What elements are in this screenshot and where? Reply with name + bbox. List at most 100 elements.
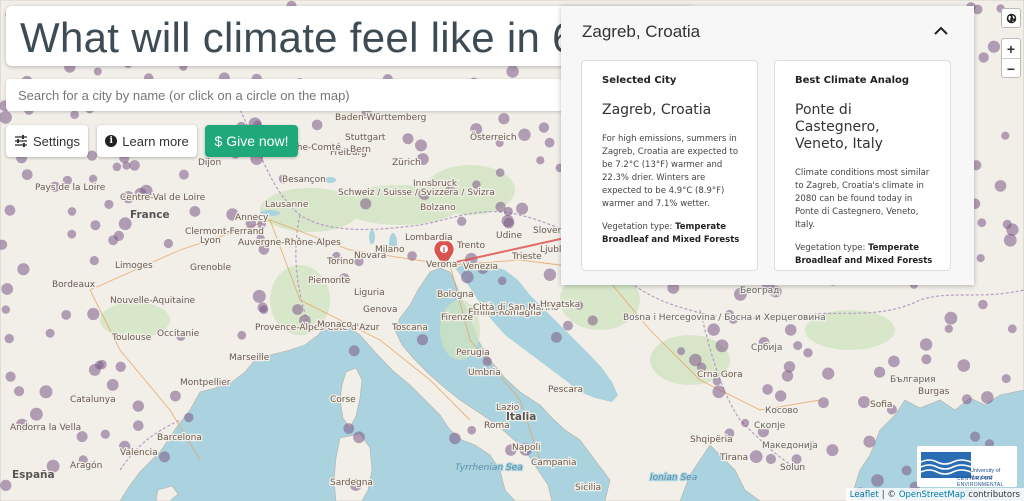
city-circle[interactable] — [858, 396, 870, 408]
city-circle[interactable] — [178, 169, 189, 180]
city-circle[interactable] — [689, 353, 702, 367]
city-circle[interactable] — [67, 207, 77, 216]
city-circle[interactable] — [86, 150, 98, 161]
city-circle[interactable] — [360, 198, 372, 210]
city-circle[interactable] — [506, 65, 519, 78]
settings-button[interactable]: Settings — [6, 125, 88, 157]
city-circle[interactable] — [888, 355, 900, 368]
city-circle[interactable] — [543, 268, 557, 281]
city-circle[interactable] — [1001, 131, 1010, 140]
city-circle[interactable] — [818, 397, 829, 409]
city-circle[interactable] — [741, 418, 750, 428]
city-circle[interactable] — [503, 217, 515, 229]
city-circle[interactable] — [749, 450, 763, 463]
city-circle[interactable] — [70, 110, 79, 120]
city-circle[interactable] — [416, 334, 429, 346]
city-circle[interactable] — [113, 230, 124, 241]
city-circle[interactable] — [863, 435, 876, 448]
city-circle[interactable] — [88, 364, 101, 376]
give-now-button[interactable]: $ Give now! — [205, 125, 298, 157]
city-circle[interactable] — [4, 333, 14, 344]
city-circle[interactable] — [994, 180, 1007, 192]
city-circle[interactable] — [516, 202, 529, 215]
city-circle[interactable] — [170, 390, 181, 402]
city-circle[interactable] — [133, 420, 144, 432]
city-circle[interactable] — [449, 432, 461, 445]
city-circle[interactable] — [970, 431, 981, 442]
city-circle[interactable] — [1007, 324, 1017, 334]
city-circle[interactable] — [762, 384, 773, 395]
city-circle[interactable] — [189, 206, 201, 217]
city-circle[interactable] — [100, 429, 110, 439]
city-circle[interactable] — [784, 324, 797, 336]
city-circle[interactable] — [14, 386, 25, 397]
city-circle[interactable] — [978, 52, 989, 63]
city-circle[interactable] — [495, 201, 506, 213]
city-circle[interactable] — [495, 168, 505, 177]
city-circle[interactable] — [90, 220, 101, 231]
city-circle[interactable] — [775, 390, 787, 402]
city-circle[interactable] — [712, 385, 726, 399]
city-circle[interactable] — [874, 366, 886, 378]
city-circle[interactable] — [87, 307, 100, 321]
city-circle[interactable] — [1006, 223, 1019, 236]
city-circle[interactable] — [1003, 233, 1017, 247]
city-circle[interactable] — [88, 174, 98, 183]
city-circle[interactable] — [497, 276, 507, 286]
city-circle[interactable] — [402, 133, 414, 145]
city-circle[interactable] — [901, 465, 912, 476]
city-circle[interactable] — [407, 251, 417, 261]
city-circle[interactable] — [353, 431, 365, 444]
city-circle[interactable] — [5, 371, 16, 382]
city-circle[interactable] — [163, 238, 173, 249]
city-circle[interactable] — [944, 311, 958, 325]
city-circle[interactable] — [115, 361, 126, 372]
city-circle[interactable] — [348, 345, 360, 357]
city-circle[interactable] — [45, 328, 55, 338]
city-circle[interactable] — [67, 229, 77, 239]
city-circle[interactable] — [921, 354, 932, 365]
city-circle[interactable] — [981, 391, 994, 404]
city-circle[interactable] — [482, 356, 492, 366]
city-circle[interactable] — [415, 139, 427, 152]
city-circle[interactable] — [551, 332, 562, 343]
city-circle[interactable] — [944, 324, 953, 333]
city-circle[interactable] — [104, 199, 114, 209]
city-circle[interactable] — [715, 339, 729, 353]
city-circle[interactable] — [781, 370, 794, 382]
city-circle[interactable] — [871, 474, 884, 487]
osm-link[interactable]: OpenStreetMap — [899, 490, 965, 500]
city-circle[interactable] — [707, 323, 720, 336]
city-circle[interactable] — [498, 113, 510, 125]
city-circle[interactable] — [1, 283, 14, 295]
city-circle[interactable] — [237, 330, 247, 340]
city-circle[interactable] — [159, 451, 170, 463]
learn-more-button[interactable]: i Learn more — [97, 125, 197, 157]
city-circle[interactable] — [292, 304, 303, 315]
city-circle[interactable] — [976, 254, 985, 263]
city-circle[interactable] — [803, 348, 813, 358]
city-circle[interactable] — [518, 128, 531, 141]
city-circle[interactable] — [1, 305, 10, 314]
city-circle[interactable] — [793, 341, 803, 351]
city-circle[interactable] — [61, 310, 72, 320]
zoom-in-button[interactable]: + — [1002, 39, 1020, 59]
city-circle[interactable] — [957, 359, 971, 372]
city-circle[interactable] — [259, 305, 269, 314]
umces-logo[interactable]: University of Maryland CENTER FOR ENVIRO… — [917, 446, 1017, 494]
city-circle[interactable] — [311, 119, 323, 131]
city-circle[interactable] — [544, 137, 555, 148]
city-circle[interactable] — [822, 367, 835, 380]
city-circle[interactable] — [987, 40, 1001, 53]
city-circle[interactable] — [919, 338, 933, 351]
leaflet-link[interactable]: Leaflet — [850, 490, 879, 500]
city-circle[interactable] — [252, 289, 266, 303]
locate-button[interactable] — [1001, 8, 1021, 28]
city-circle[interactable] — [587, 315, 598, 326]
city-circle[interactable] — [457, 216, 467, 226]
city-circle[interactable] — [961, 394, 972, 405]
city-circle[interactable] — [677, 347, 686, 356]
city-circle[interactable] — [89, 256, 99, 266]
city-circle[interactable] — [461, 270, 474, 284]
city-circle[interactable] — [112, 162, 122, 172]
